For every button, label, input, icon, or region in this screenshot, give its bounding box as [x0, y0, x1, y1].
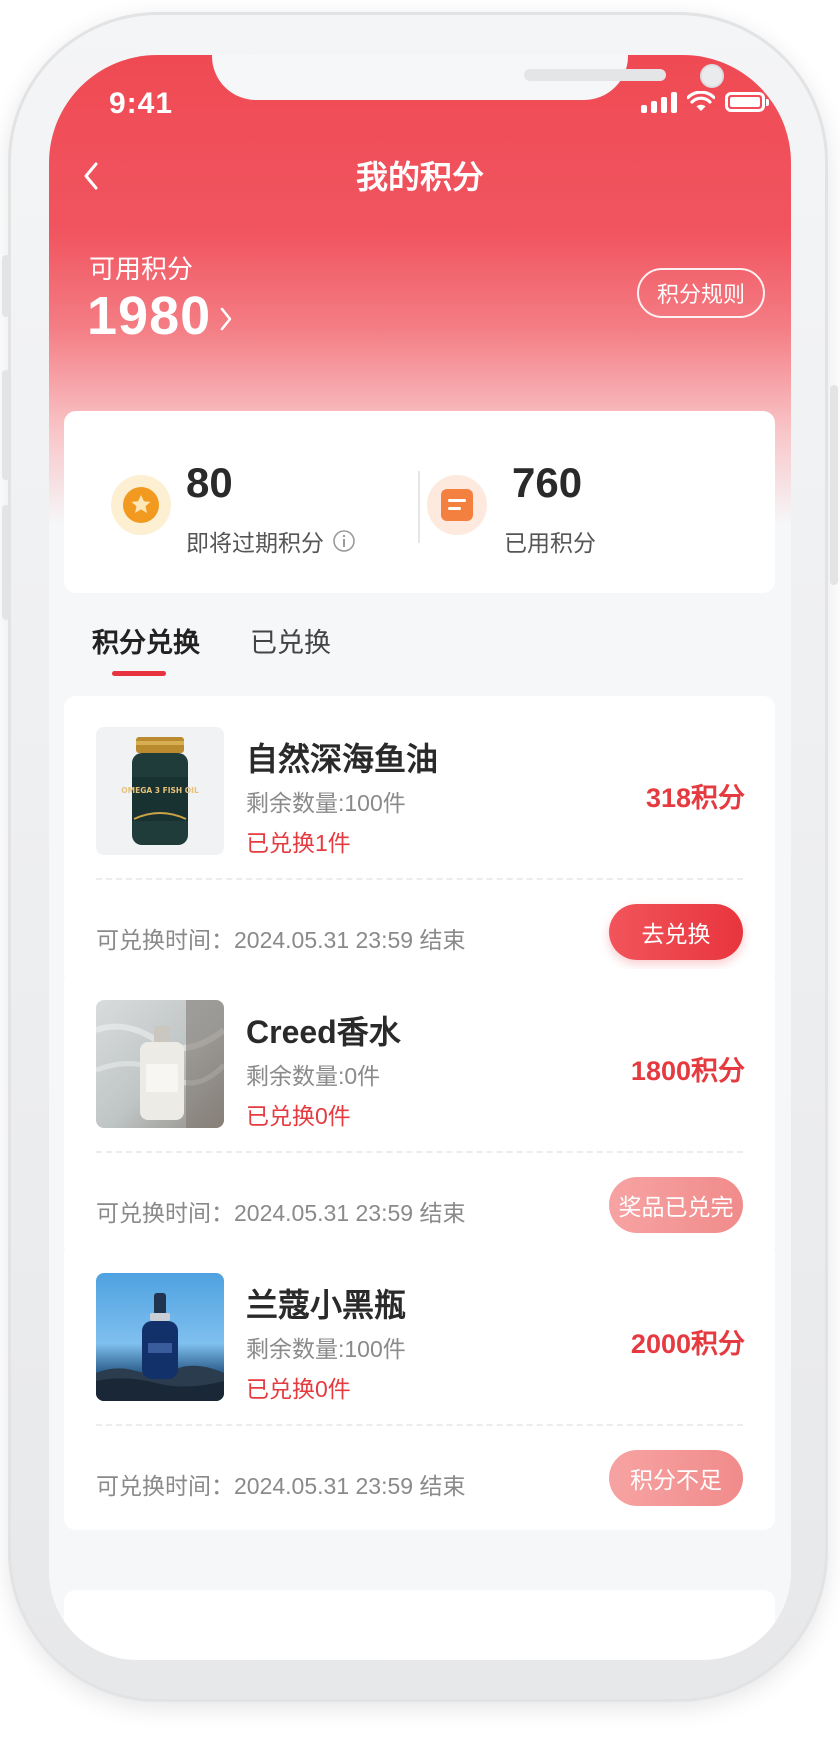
speaker: [524, 69, 666, 81]
tab-points-exchange[interactable]: 积分兑换: [92, 621, 200, 660]
insufficient-points-button[interactable]: 积分不足: [609, 1450, 743, 1506]
used-icon-wrap: [427, 475, 487, 535]
redeem-button[interactable]: 去兑换: [609, 904, 743, 960]
side-button: [2, 255, 10, 317]
stats-card: 80 即将过期积分 760 已用积分: [64, 411, 775, 593]
tab-active-indicator: [112, 671, 166, 676]
product-redeemed: 已兑换1件: [246, 830, 351, 856]
product-price: 1800积分: [630, 1056, 745, 1086]
chevron-right-icon: [220, 307, 232, 331]
wifi-icon: [687, 91, 715, 111]
product-name: 兰蔻小黑瓶: [246, 1287, 407, 1323]
used-points-label: 已用积分: [504, 530, 596, 556]
expiring-points-label: 即将过期积分: [186, 524, 356, 558]
available-points[interactable]: 1980: [87, 285, 233, 347]
signal-icon: [641, 91, 677, 113]
notch: [212, 55, 724, 100]
used-points-stat: 760 已用积分: [420, 411, 775, 593]
product-card-partial: [64, 1590, 775, 1660]
product-price: 2000积分: [630, 1329, 745, 1359]
perfume-bottle-image: [96, 1000, 224, 1128]
product-name: Creed香水: [246, 1014, 401, 1050]
expiring-points-label-text: 即将过期积分: [186, 530, 324, 556]
expiring-points-value: 80: [186, 459, 233, 506]
product-card: Creed香水 剩余数量:0件 已兑换0件 1800积分 可兑换时间：2024.…: [64, 969, 775, 1257]
status-icons: [641, 89, 769, 115]
side-button: [2, 370, 10, 480]
fish-oil-bottle-icon: OMEGA 3 FISH OIL: [121, 737, 199, 845]
sold-out-button[interactable]: 奖品已兑完: [609, 1177, 743, 1233]
perfume-bottle-icon: [96, 1000, 224, 1128]
product-card: OMEGA 3 FISH OIL 自然深海鱼油 剩余数量:100件 已兑换1件 …: [64, 696, 775, 984]
fish-oil-label-text: OMEGA 3 FISH OIL: [121, 786, 199, 795]
tab-redeemed[interactable]: 已兑换: [250, 621, 331, 660]
info-icon[interactable]: [332, 529, 356, 553]
product-remaining: 剩余数量:100件: [246, 790, 406, 816]
exchange-time: 可兑换时间：2024.05.31 23:59 结束: [96, 1200, 466, 1226]
used-points-value: 760: [512, 459, 583, 506]
side-button: [2, 505, 10, 620]
battery-icon: [725, 92, 769, 112]
camera: [700, 64, 724, 88]
product-redeemed: 已兑换0件: [246, 1103, 351, 1129]
serum-bottle-icon: [96, 1293, 224, 1401]
card-divider: [96, 1424, 743, 1426]
star-icon: [123, 487, 159, 523]
points-rules-button[interactable]: 积分规则: [637, 268, 765, 318]
product-name: 自然深海鱼油: [246, 741, 439, 777]
document-icon: [441, 489, 473, 521]
expiring-icon-wrap: [111, 475, 171, 535]
exchange-time: 可兑换时间：2024.05.31 23:59 结束: [96, 1473, 466, 1499]
side-button: [830, 385, 838, 585]
card-divider: [96, 1151, 743, 1153]
page-title: 我的积分: [355, 159, 484, 195]
expiring-points-stat: 80 即将过期积分: [64, 411, 418, 593]
card-divider: [96, 878, 743, 880]
serum-bottle-image: [96, 1273, 224, 1401]
fish-oil-bottle-image: OMEGA 3 FISH OIL: [96, 727, 224, 855]
exchange-time: 可兑换时间：2024.05.31 23:59 结束: [96, 927, 466, 953]
product-card: 兰蔻小黑瓶 剩余数量:100件 已兑换0件 2000积分 可兑换时间：2024.…: [64, 1242, 775, 1530]
status-time: 9:41: [109, 87, 174, 120]
product-remaining: 剩余数量:0件: [246, 1063, 381, 1089]
available-points-value: 1980: [87, 286, 212, 346]
phone-screen: 9:41 我的积分 可用积分 1980 积分规则 80 即将过期积分 760 已…: [49, 55, 791, 1660]
product-redeemed: 已兑换0件: [246, 1376, 351, 1402]
product-remaining: 剩余数量:100件: [246, 1336, 406, 1362]
available-points-label: 可用积分: [89, 254, 194, 284]
tab-bar: 积分兑换 已兑换: [49, 605, 791, 685]
product-price: 318积分: [645, 783, 745, 813]
